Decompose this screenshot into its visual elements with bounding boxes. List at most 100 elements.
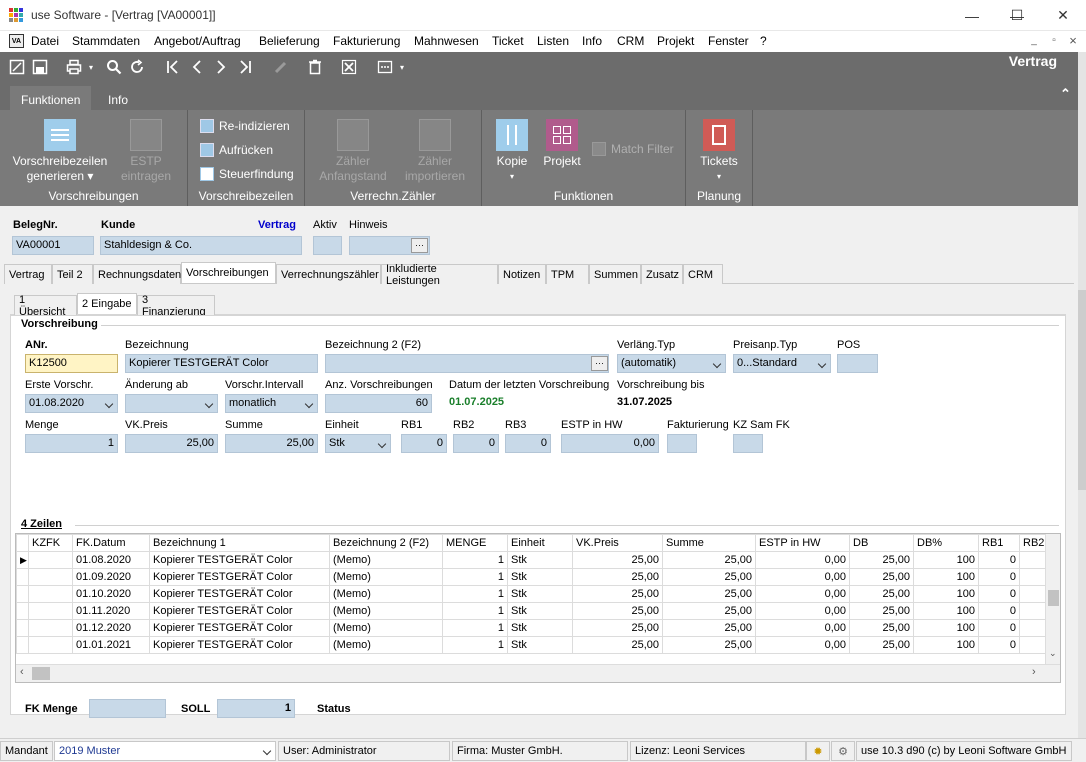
menu-fakturierung[interactable]: Fakturierung [333, 34, 400, 48]
table-cell[interactable]: (Memo) [329, 619, 443, 637]
grid-hscroll-thumb[interactable] [32, 667, 50, 680]
erste-select[interactable]: 01.08.2020 [25, 394, 118, 413]
table-cell[interactable]: 25,00 [662, 636, 756, 654]
tickets-button[interactable]: Tickets ▾ [696, 116, 742, 184]
search-button[interactable] [103, 56, 125, 78]
table-cell[interactable]: 100 [913, 585, 979, 603]
table-cell[interactable]: (Memo) [329, 602, 443, 620]
table-cell[interactable] [1019, 585, 1047, 603]
table-cell[interactable] [1019, 568, 1047, 586]
soll-field[interactable]: 1 [217, 699, 295, 718]
tab-summen[interactable]: Summen [589, 264, 641, 284]
table-cell[interactable]: 25,00 [572, 636, 663, 654]
col-summe[interactable]: Summe [662, 534, 756, 552]
table-row[interactable]: 01.09.2020 Kopierer TESTGERÄT Color (Memo)… [16, 568, 1047, 586]
table-cell[interactable]: 0 [978, 585, 1020, 603]
aenderung-select[interactable] [125, 394, 218, 413]
chevron-right-icon[interactable]: › [1032, 666, 1036, 678]
table-cell[interactable]: 0 [978, 636, 1020, 654]
table-cell[interactable]: 01.11.2020 [72, 602, 150, 620]
row-indicator[interactable] [16, 619, 29, 637]
col-kzfk[interactable]: KZFK [28, 534, 73, 552]
table-cell[interactable]: 25,00 [662, 568, 756, 586]
rb2-field[interactable]: 0 [453, 434, 499, 453]
table-cell[interactable]: Stk [507, 568, 573, 586]
projekt-button[interactable]: Projekt [540, 116, 584, 169]
col-dbpct[interactable]: DB% [913, 534, 979, 552]
intervall-select[interactable]: monatlich [225, 394, 318, 413]
row-indicator[interactable]: ▶ [16, 551, 29, 569]
table-cell[interactable]: 100 [913, 551, 979, 569]
lightbulb-icon[interactable]: ✹ [806, 741, 830, 761]
mdi-minimize-button[interactable]: _ [1026, 33, 1042, 48]
document-icon[interactable]: VA [9, 34, 24, 48]
row-indicator[interactable] [16, 636, 29, 654]
table-cell[interactable]: 25,00 [849, 568, 914, 586]
table-cell[interactable]: 25,00 [572, 602, 663, 620]
table-cell[interactable]: 25,00 [849, 602, 914, 620]
table-cell[interactable]: 1 [442, 585, 508, 603]
estp-field[interactable]: 0,00 [561, 434, 659, 453]
row-indicator[interactable] [16, 568, 29, 586]
table-cell[interactable] [1019, 602, 1047, 620]
table-cell[interactable]: 25,00 [572, 568, 663, 586]
menu-help[interactable]: ? [760, 34, 767, 48]
table-cell[interactable]: Stk [507, 551, 573, 569]
menu-crm[interactable]: CRM [617, 34, 644, 48]
tab-finanzierung[interactable]: 3 Finanzierung [137, 294, 215, 318]
table-cell[interactable]: Stk [507, 602, 573, 620]
fkmenge-field[interactable] [89, 699, 166, 718]
chevron-down-icon[interactable]: ⌄ [1049, 648, 1057, 659]
next-record-button[interactable] [210, 56, 232, 78]
tab-vertrag[interactable]: Vertrag [4, 264, 52, 284]
close-button[interactable]: ✕ [1040, 0, 1086, 31]
table-cell[interactable]: 25,00 [849, 585, 914, 603]
col-menge[interactable]: MENGE [442, 534, 508, 552]
table-cell[interactable]: 0 [978, 619, 1020, 637]
reindizieren-button[interactable]: Re-indizieren [200, 119, 290, 133]
edit-button[interactable] [6, 56, 28, 78]
table-cell[interactable]: 01.09.2020 [72, 568, 150, 586]
verlaeng-select[interactable]: (automatik) [617, 354, 726, 373]
table-cell[interactable]: 0 [978, 551, 1020, 569]
row-indicator[interactable] [16, 585, 29, 603]
menu-fenster[interactable]: Fenster [708, 34, 749, 48]
table-row[interactable]: 01.12.2020 Kopierer TESTGERÄT Color (Memo)… [16, 619, 1047, 637]
col-rb1[interactable]: RB1 [978, 534, 1020, 552]
table-cell[interactable] [28, 619, 73, 637]
table-cell[interactable]: 1 [442, 568, 508, 586]
table-cell[interactable]: (Memo) [329, 568, 443, 586]
table-cell[interactable]: 0 [978, 568, 1020, 586]
table-cell[interactable] [1019, 551, 1047, 569]
menu-projekt[interactable]: Projekt [657, 34, 694, 48]
table-cell[interactable]: 01.12.2020 [72, 619, 150, 637]
table-cell[interactable]: Kopierer TESTGERÄT Color [149, 551, 330, 569]
tab-inkludierte-leistungen[interactable]: Inkludierte Leistungen [381, 263, 498, 287]
rb3-field[interactable]: 0 [505, 434, 551, 453]
mandant-select[interactable]: 2019 Muster [54, 741, 276, 761]
table-cell[interactable] [28, 568, 73, 586]
refresh-button[interactable] [126, 56, 148, 78]
first-record-button[interactable] [162, 56, 184, 78]
grid-vscroll-thumb[interactable] [1048, 590, 1059, 606]
kunde-field[interactable]: Stahldesign & Co. [100, 236, 302, 255]
bezeichnung2-field[interactable] [325, 354, 609, 373]
table-cell[interactable]: 25,00 [662, 551, 756, 569]
table-row[interactable]: ▶ 01.08.2020 Kopierer TESTGERÄT Color (Memo… [16, 551, 1047, 569]
minimize-button-2[interactable]: — [949, 0, 995, 31]
preisanp-select[interactable]: 0...Standard [733, 354, 831, 373]
last-record-button[interactable] [234, 56, 256, 78]
grid-vertical-scrollbar[interactable]: ⌄ [1045, 534, 1060, 664]
table-cell[interactable]: 100 [913, 602, 979, 620]
table-cell[interactable]: 25,00 [662, 585, 756, 603]
rb1-field[interactable]: 0 [401, 434, 447, 453]
table-row[interactable]: 01.01.2021 Kopierer TESTGERÄT Color (Memo)… [16, 636, 1047, 654]
table-cell[interactable] [1019, 619, 1047, 637]
table-cell[interactable]: 01.01.2021 [72, 636, 150, 654]
table-cell[interactable]: 0,00 [755, 585, 850, 603]
table-cell[interactable]: 0,00 [755, 602, 850, 620]
table-row[interactable]: 01.10.2020 Kopierer TESTGERÄT Color (Memo)… [16, 585, 1047, 603]
menu-mahnwesen[interactable]: Mahnwesen [414, 34, 479, 48]
col-db[interactable]: DB [849, 534, 914, 552]
table-cell[interactable]: (Memo) [329, 636, 443, 654]
